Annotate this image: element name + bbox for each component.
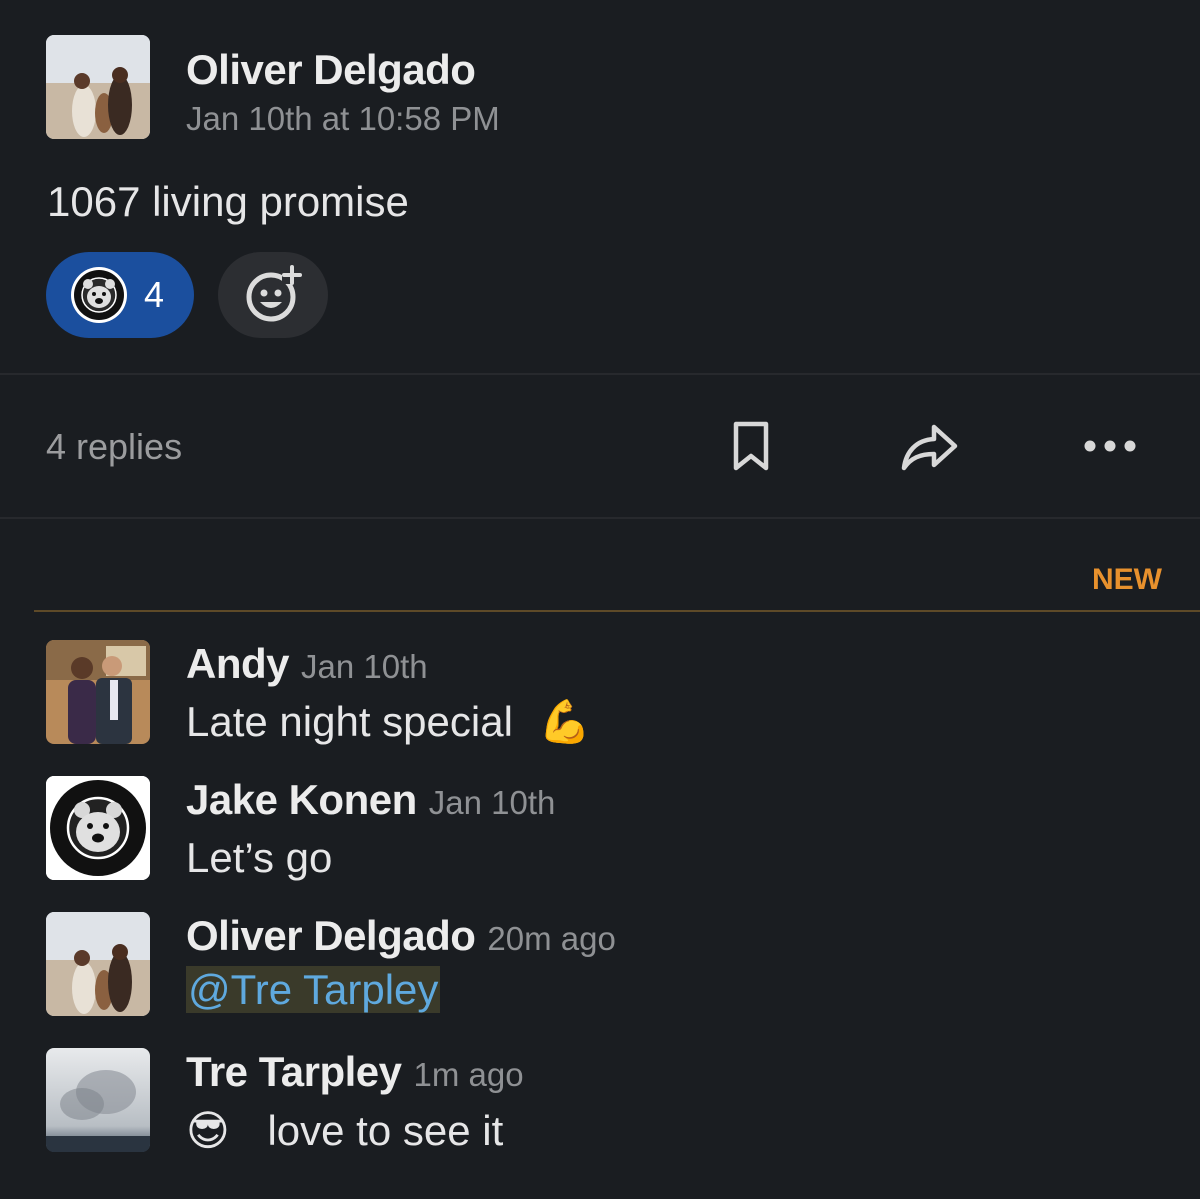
reply-author[interactable]: Jake Konen — [186, 776, 417, 823]
reply-author[interactable]: Oliver Delgado — [186, 912, 476, 959]
reply: Andy Jan 10th — [186, 640, 428, 688]
message-text: 1067 living promise — [47, 178, 409, 225]
avatar-jake-konen[interactable] — [46, 776, 150, 880]
reaction-count: 4 — [144, 274, 165, 315]
user-mention[interactable]: @Tre Tarpley — [186, 966, 441, 1013]
reply-timestamp: Jan 10th — [428, 784, 556, 821]
reply-timestamp: 20m ago — [487, 920, 616, 957]
message-author[interactable]: Oliver Delgado — [186, 46, 476, 94]
reply-text: Let’s go — [186, 834, 333, 881]
message-timestamp: Jan 10th at 10:58 PM — [186, 100, 500, 137]
add-reaction-button[interactable] — [218, 252, 328, 338]
reply: Oliver Delgado 20m ago — [186, 912, 616, 960]
reply-author[interactable]: Tre Tarpley — [186, 1048, 402, 1095]
sunglasses-emoji: 😎 — [186, 1107, 230, 1154]
divider — [0, 373, 1200, 375]
avatar-oliver-delgado[interactable] — [46, 35, 150, 139]
new-messages-label: NEW — [1092, 563, 1162, 596]
add-reaction-icon — [246, 264, 302, 322]
avatar-tre-tarpley[interactable] — [46, 1048, 150, 1152]
reply: Jake Konen Jan 10th — [186, 776, 555, 824]
flexed-biceps-emoji: 💪 — [538, 698, 591, 745]
avatar-andy[interactable] — [46, 640, 150, 744]
more-icon[interactable] — [1082, 434, 1138, 458]
reply-timestamp: 1m ago — [413, 1056, 524, 1093]
reply-timestamp: Jan 10th — [301, 648, 428, 685]
new-messages-line — [34, 610, 1200, 612]
replies-count[interactable]: 4 replies — [46, 426, 182, 468]
share-icon[interactable] — [900, 422, 960, 472]
reply-text: Late night special — [186, 698, 513, 745]
reaction-pill[interactable]: 4 — [46, 252, 194, 338]
family-first-life-bear-emoji — [71, 267, 127, 323]
reply-text-row: @Tre Tarpley — [186, 966, 441, 1014]
reply-text-row: Late night special 💪 — [186, 698, 591, 747]
avatar-oliver-delgado[interactable] — [46, 912, 150, 1016]
bookmark-icon[interactable] — [730, 420, 772, 474]
divider — [0, 517, 1200, 519]
reply-author[interactable]: Andy — [186, 640, 290, 687]
reply: Tre Tarpley 1m ago — [186, 1048, 524, 1096]
reply-text: love to see it — [267, 1107, 504, 1154]
reply-text-row: 😎 love to see it — [186, 1106, 503, 1155]
